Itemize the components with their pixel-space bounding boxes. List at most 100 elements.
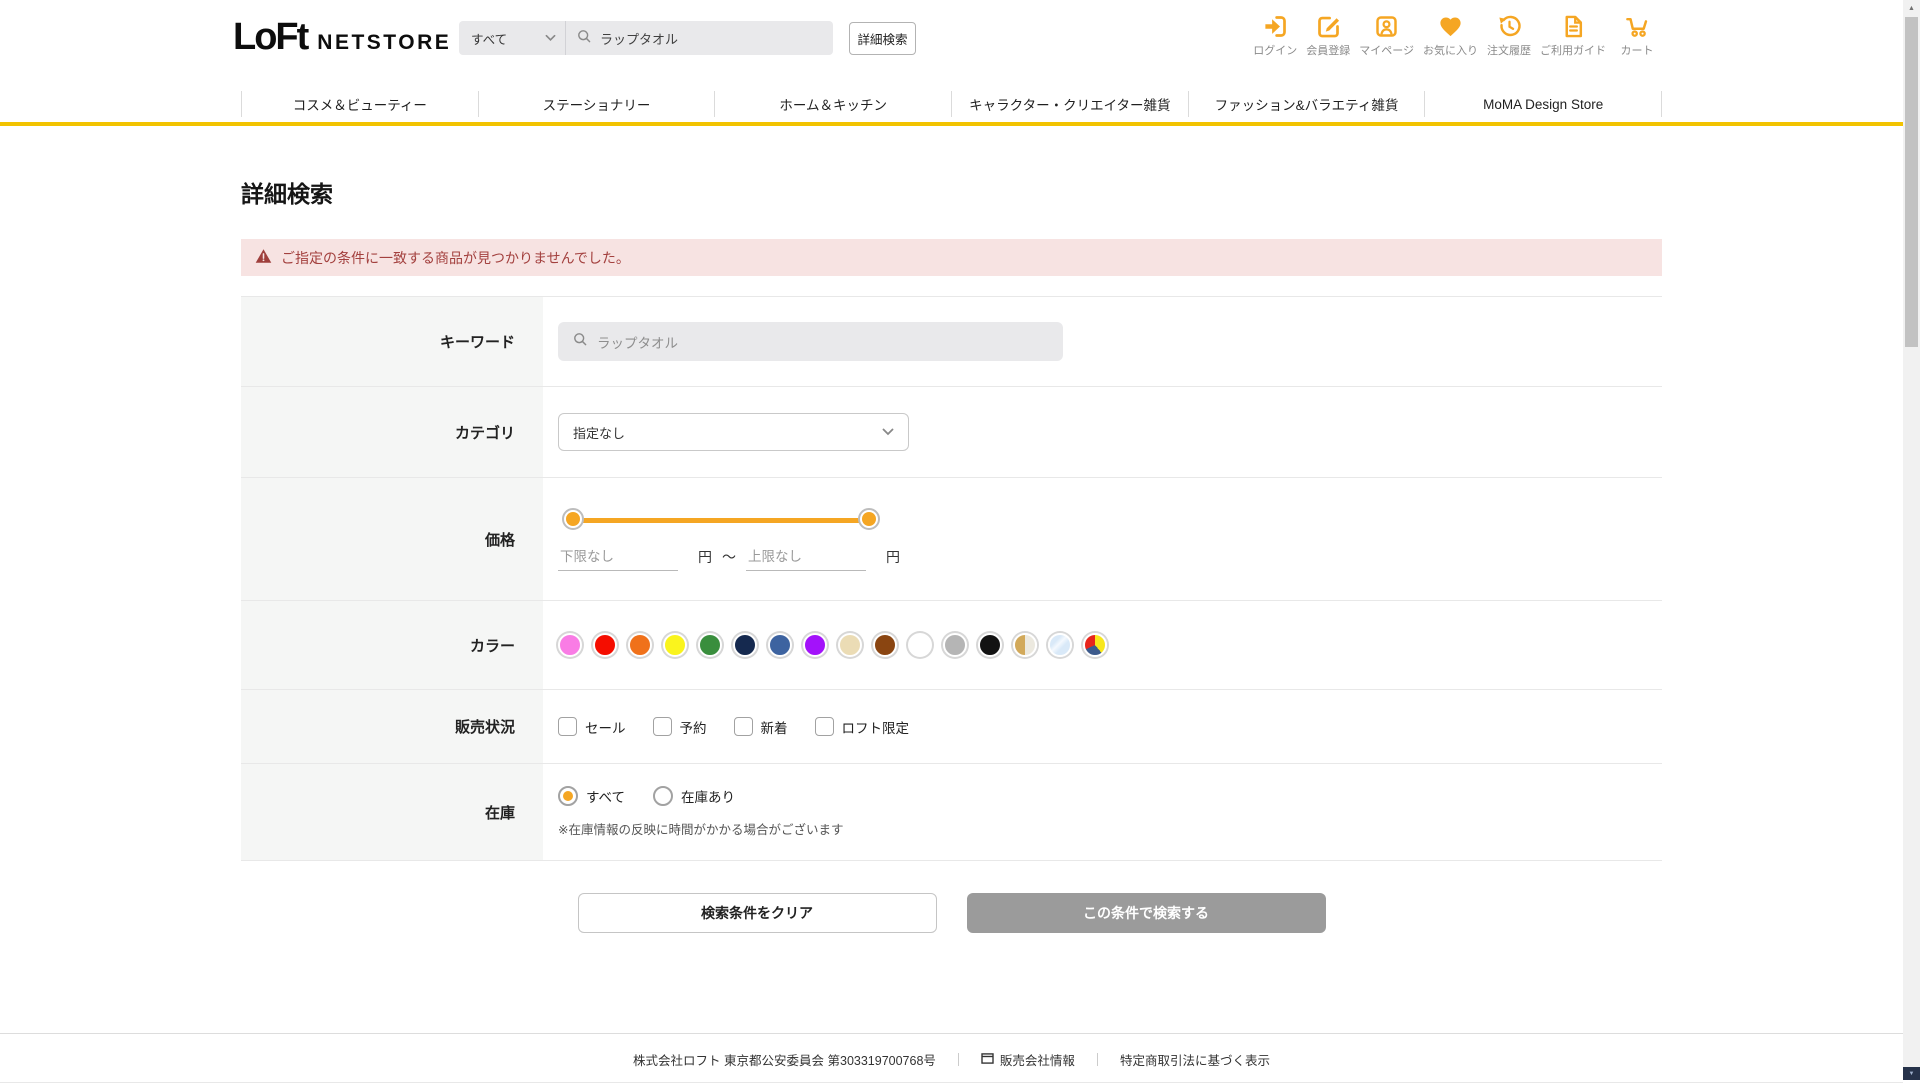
loft-logo[interactable]: LoFt NETSTORE xyxy=(233,16,451,59)
color-swatch-green[interactable] xyxy=(698,633,722,657)
checkbox-box[interactable] xyxy=(733,717,753,736)
checkbox-box[interactable] xyxy=(814,717,834,736)
price-max-input[interactable] xyxy=(746,548,866,571)
scrollbar[interactable]: ▲ ▼ xyxy=(1903,0,1920,1080)
color-swatch-purple[interactable] xyxy=(803,633,827,657)
nav-item-moma[interactable]: MoMA Design Store xyxy=(1425,97,1661,112)
color-swatch-yellow[interactable] xyxy=(663,633,687,657)
error-message-text: ご指定の条件に一致する商品が見つかりませんでした。 xyxy=(281,249,630,266)
category-row: カテゴリ 指定なし xyxy=(241,386,1662,477)
checkbox-box[interactable] xyxy=(558,717,577,736)
stock-label: 在庫 xyxy=(241,764,543,860)
nav-item-cosme[interactable]: コスメ＆ビューティー xyxy=(242,94,478,114)
color-swatch-gray[interactable] xyxy=(943,633,967,657)
chevron-down-icon xyxy=(545,34,556,42)
search-icon xyxy=(576,28,592,49)
nav-item-fashion[interactable]: ファッション&バラエティ雑貨 xyxy=(1189,94,1425,114)
price-slider-handle-max[interactable] xyxy=(858,507,880,530)
price-range-slider xyxy=(562,507,880,534)
clear-conditions-button[interactable]: 検索条件をクリア xyxy=(577,893,937,933)
price-min-unit: 円 xyxy=(698,548,712,565)
sale-status-options: セール 予約 新着 ロフト限定 xyxy=(558,717,1662,737)
keyword-field xyxy=(558,322,1063,361)
radio-label: 在庫あり xyxy=(681,790,736,805)
color-swatch-navy[interactable] xyxy=(733,633,757,657)
color-swatch-beige[interactable] xyxy=(838,633,862,657)
price-range-separator: ～ xyxy=(722,548,736,565)
category-select[interactable]: 指定なし xyxy=(558,413,909,451)
color-swatch-multicolor[interactable] xyxy=(1083,633,1107,657)
register-button[interactable]: 会員登録 xyxy=(1306,13,1350,58)
radio-in-stock[interactable]: 在庫あり xyxy=(653,786,735,806)
color-row: カラー xyxy=(241,600,1662,689)
checkbox-sale[interactable]: セール xyxy=(558,717,626,737)
checkbox-label: 新着 xyxy=(760,720,788,736)
color-swatch-white[interactable] xyxy=(908,633,932,657)
footer: 株式会社ロフト 東京都公安委員会 第303319700768号 販売会社情報 特… xyxy=(0,1033,1903,1090)
logo-netstore-text: NETSTORE xyxy=(317,31,452,54)
cart-button[interactable]: カート xyxy=(1615,13,1659,58)
sale-status-row: 販売状況 セール 予約 新着 ロフト限定 xyxy=(241,689,1662,763)
advanced-search-form: キーワード カテゴリ 指定なし xyxy=(241,296,1662,861)
color-swatch-blue[interactable] xyxy=(768,633,792,657)
footer-company-text: 株式会社ロフト 東京都公安委員会 第303319700768号 xyxy=(633,1054,936,1068)
color-swatch-brown[interactable] xyxy=(873,633,897,657)
mypage-button[interactable]: マイページ xyxy=(1359,13,1414,58)
radio-all[interactable]: すべて xyxy=(558,786,625,806)
register-label: 会員登録 xyxy=(1306,45,1351,57)
nav-item-character[interactable]: キャラクター・クリエイター雑貨 xyxy=(952,94,1188,114)
footer-divider xyxy=(957,1053,959,1066)
stock-options: すべて 在庫あり xyxy=(558,786,1662,806)
keyword-input[interactable] xyxy=(597,334,1049,349)
checkbox-box[interactable] xyxy=(652,717,672,736)
nav-item-stationery[interactable]: ステーショナリー xyxy=(479,94,715,114)
color-swatch-clear[interactable] xyxy=(1048,633,1072,657)
color-swatch-red[interactable] xyxy=(593,633,617,657)
price-min-input[interactable] xyxy=(558,548,678,571)
logo-loft-text: LoFt xyxy=(233,16,309,58)
guide-button[interactable]: ご利用ガイド xyxy=(1540,13,1606,58)
slider-handle-dot xyxy=(862,511,876,526)
order-history-button[interactable]: 注文履歴 xyxy=(1487,13,1531,58)
guide-label: ご利用ガイド xyxy=(1540,45,1606,57)
order-history-icon xyxy=(1496,13,1523,40)
favorites-button[interactable]: お気に入り xyxy=(1423,13,1478,58)
sale-status-label: 販売状況 xyxy=(241,690,543,763)
register-icon xyxy=(1315,13,1342,40)
checkbox-preorder[interactable]: 予約 xyxy=(652,717,707,737)
favorites-icon xyxy=(1437,13,1464,40)
search-with-conditions-button[interactable]: この条件で検索する xyxy=(966,893,1326,933)
search-category-select[interactable]: すべて xyxy=(459,21,566,55)
login-icon xyxy=(1262,13,1289,40)
scrollbar-down-arrow[interactable]: ▼ xyxy=(1903,1067,1920,1080)
checkbox-loft-exclusive[interactable]: ロフト限定 xyxy=(814,717,910,737)
keyword-label: キーワード xyxy=(241,297,543,386)
header-search-input[interactable] xyxy=(600,30,823,46)
scrollbar-up-arrow[interactable]: ▲ xyxy=(1903,0,1920,16)
color-swatch-black[interactable] xyxy=(978,633,1002,657)
page-title: 詳細検索 xyxy=(241,181,333,207)
color-swatch-orange[interactable] xyxy=(628,633,652,657)
color-swatch-pink[interactable] xyxy=(558,633,582,657)
checkbox-new[interactable]: 新着 xyxy=(733,717,788,737)
checkbox-label: ロフト限定 xyxy=(841,720,910,736)
category-label: カテゴリ xyxy=(241,387,543,477)
radio-button[interactable] xyxy=(653,786,674,806)
price-row: 価格 円 ～ 円 xyxy=(241,477,1662,600)
main-content: 詳細検索 ご指定の条件に一致する商品が見つかりませんでした。 キーワード ラップ… xyxy=(0,126,1920,933)
header-search-group: すべて 詳細検索 xyxy=(459,21,916,55)
footer-link-tokushoho[interactable]: 特定商取引法に基づく表示 xyxy=(1120,1050,1270,1069)
color-swatch-gold-silver[interactable] xyxy=(1013,633,1037,657)
favorites-label: お気に入り xyxy=(1423,45,1478,57)
scrollbar-thumb[interactable] xyxy=(1905,17,1918,347)
color-swatches xyxy=(558,633,1662,657)
nav-item-home-kitchen[interactable]: ホーム＆キッチン xyxy=(715,94,951,114)
footer-link-company-info[interactable]: 販売会社情報 xyxy=(981,1050,1075,1069)
radio-button-selected[interactable] xyxy=(558,786,578,806)
footer-bottom-line xyxy=(0,1082,1903,1090)
checkbox-label: 予約 xyxy=(679,720,707,736)
mypage-icon xyxy=(1373,13,1400,40)
login-button[interactable]: ログイン xyxy=(1253,13,1297,58)
price-slider-handle-min[interactable] xyxy=(562,507,584,530)
advanced-search-button[interactable]: 詳細検索 xyxy=(849,21,916,55)
